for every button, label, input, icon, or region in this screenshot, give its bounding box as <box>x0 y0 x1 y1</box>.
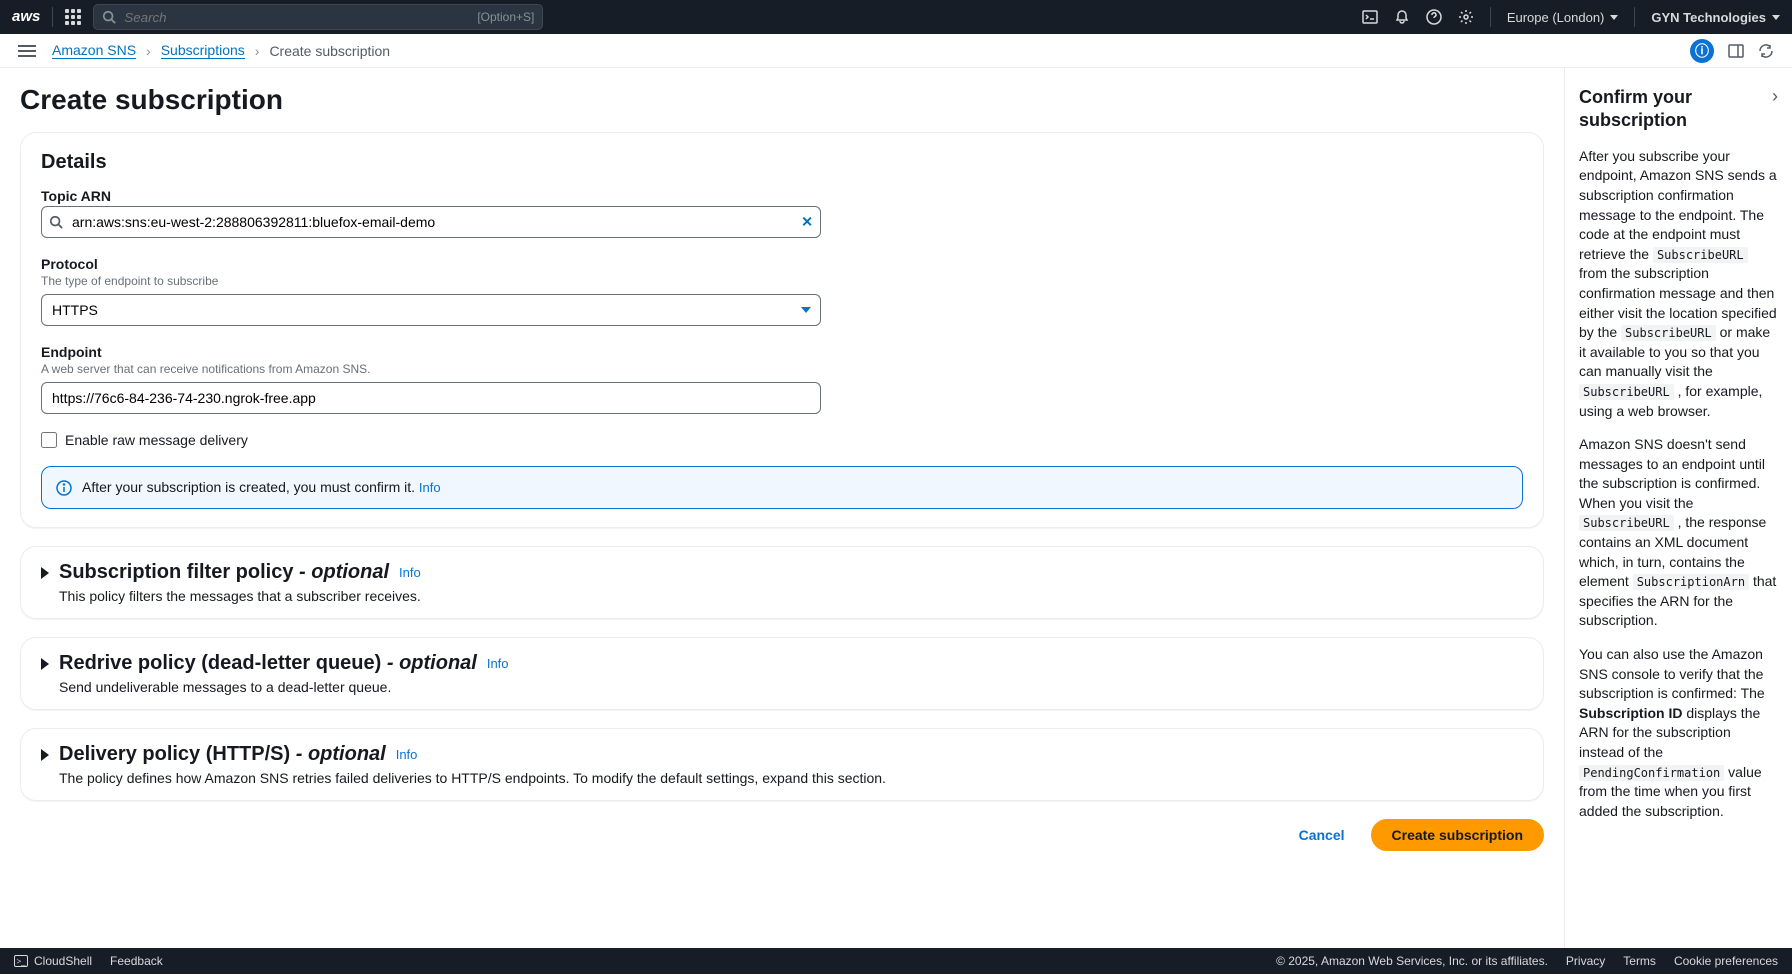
topic-arn-input[interactable] <box>41 206 821 238</box>
cookies-link[interactable]: Cookie preferences <box>1674 954 1778 968</box>
chevron-right-icon[interactable]: › <box>1772 86 1778 107</box>
search-shortcut: [Option+S] <box>477 10 534 24</box>
clear-icon[interactable]: ✕ <box>801 214 813 231</box>
aws-logo[interactable]: aws <box>12 7 53 27</box>
privacy-link[interactable]: Privacy <box>1566 954 1605 968</box>
protocol-select[interactable]: HTTPS <box>41 294 821 326</box>
redrive-policy-panel: Redrive policy (dead-letter queue) - opt… <box>20 637 1544 710</box>
protocol-hint: The type of endpoint to subscribe <box>41 274 1523 288</box>
layout-icon[interactable] <box>1728 43 1744 59</box>
search-icon <box>49 215 63 229</box>
chevron-right-icon: › <box>255 43 260 59</box>
cloudshell-button[interactable]: >_ CloudShell <box>14 954 92 968</box>
terms-link[interactable]: Terms <box>1623 954 1656 968</box>
expand-caret-icon[interactable] <box>41 749 49 761</box>
account-label: GYN Technologies <box>1651 10 1766 25</box>
breadcrumb-link-sns[interactable]: Amazon SNS <box>52 42 136 59</box>
topic-arn-label: Topic ARN <box>41 188 1523 204</box>
global-search[interactable]: [Option+S] <box>93 4 543 30</box>
protocol-label: Protocol <box>41 256 1523 272</box>
optional-tag: - optional <box>381 652 477 674</box>
breadcrumb-current: Create subscription <box>269 43 390 59</box>
alert-info-link[interactable]: Info <box>419 480 441 495</box>
chevron-right-icon: › <box>146 43 151 59</box>
top-navigation: aws [Option+S] Europe (London) GYN Techn… <box>0 0 1792 34</box>
filter-policy-title: Subscription filter policy <box>59 561 293 583</box>
menu-toggle-icon[interactable] <box>18 45 36 57</box>
cloudshell-icon[interactable] <box>1362 9 1378 25</box>
optional-tag: - optional <box>293 561 389 583</box>
endpoint-hint: A web server that can receive notificati… <box>41 362 1523 376</box>
notifications-icon[interactable] <box>1394 9 1410 25</box>
details-panel: Details Topic ARN ✕ Protocol The type of… <box>20 132 1544 528</box>
help-panel: Confirm your subscription › After you su… <box>1564 68 1792 948</box>
redrive-policy-title: Redrive policy (dead-letter queue) <box>59 652 381 674</box>
filter-policy-desc: This policy filters the messages that a … <box>59 588 1523 604</box>
protocol-value: HTTPS <box>52 302 98 318</box>
search-icon <box>102 10 116 24</box>
footer-bar: >_ CloudShell Feedback © 2025, Amazon We… <box>0 948 1792 974</box>
help-panel-title: Confirm your subscription <box>1579 86 1772 133</box>
cloudshell-label: CloudShell <box>34 954 92 968</box>
endpoint-label: Endpoint <box>41 344 1523 360</box>
caret-down-icon <box>1772 15 1780 20</box>
region-label: Europe (London) <box>1507 10 1605 25</box>
search-input[interactable] <box>124 10 469 25</box>
help-paragraph-1: After you subscribe your endpoint, Amazo… <box>1579 147 1778 421</box>
page-title: Create subscription <box>20 84 1544 116</box>
refresh-icon[interactable] <box>1758 43 1774 59</box>
info-icon <box>56 480 72 496</box>
confirm-alert: After your subscription is created, you … <box>41 466 1523 509</box>
help-paragraph-3: You can also use the Amazon SNS console … <box>1579 645 1778 821</box>
cancel-button[interactable]: Cancel <box>1287 819 1357 851</box>
help-paragraph-2: Amazon SNS doesn't send messages to an e… <box>1579 435 1778 631</box>
region-selector[interactable]: Europe (London) <box>1507 10 1619 25</box>
optional-tag: - optional <box>290 743 386 765</box>
filter-policy-info-link[interactable]: Info <box>399 565 421 580</box>
alert-text: After your subscription is created, you … <box>82 479 415 495</box>
settings-icon[interactable] <box>1458 9 1474 25</box>
delivery-policy-panel: Delivery policy (HTTP/S) - optional Info… <box>20 728 1544 801</box>
raw-delivery-checkbox[interactable] <box>41 432 57 448</box>
delivery-policy-title: Delivery policy (HTTP/S) <box>59 743 290 765</box>
terminal-icon: >_ <box>14 955 28 967</box>
copyright-text: © 2025, Amazon Web Services, Inc. or its… <box>1276 954 1548 968</box>
breadcrumb-link-subscriptions[interactable]: Subscriptions <box>161 42 245 59</box>
details-heading: Details <box>41 151 1523 174</box>
endpoint-input[interactable] <box>41 382 821 414</box>
breadcrumb: Amazon SNS › Subscriptions › Create subs… <box>52 42 390 59</box>
feedback-link[interactable]: Feedback <box>110 954 163 968</box>
create-subscription-button[interactable]: Create subscription <box>1371 819 1544 851</box>
breadcrumb-bar: Amazon SNS › Subscriptions › Create subs… <box>0 34 1792 68</box>
caret-down-icon <box>1610 15 1618 20</box>
delivery-policy-info-link[interactable]: Info <box>396 747 418 762</box>
redrive-policy-info-link[interactable]: Info <box>487 656 509 671</box>
info-badge-icon[interactable]: ⓘ <box>1690 39 1714 63</box>
delivery-policy-desc: The policy defines how Amazon SNS retrie… <box>59 770 1523 786</box>
redrive-policy-desc: Send undeliverable messages to a dead-le… <box>59 679 1523 695</box>
caret-down-icon <box>801 307 811 313</box>
help-icon[interactable] <box>1426 9 1442 25</box>
raw-delivery-label: Enable raw message delivery <box>65 432 248 448</box>
account-menu[interactable]: GYN Technologies <box>1651 10 1780 25</box>
expand-caret-icon[interactable] <box>41 658 49 670</box>
filter-policy-panel: Subscription filter policy - optional In… <box>20 546 1544 619</box>
expand-caret-icon[interactable] <box>41 567 49 579</box>
apps-grid-icon[interactable] <box>65 9 81 25</box>
